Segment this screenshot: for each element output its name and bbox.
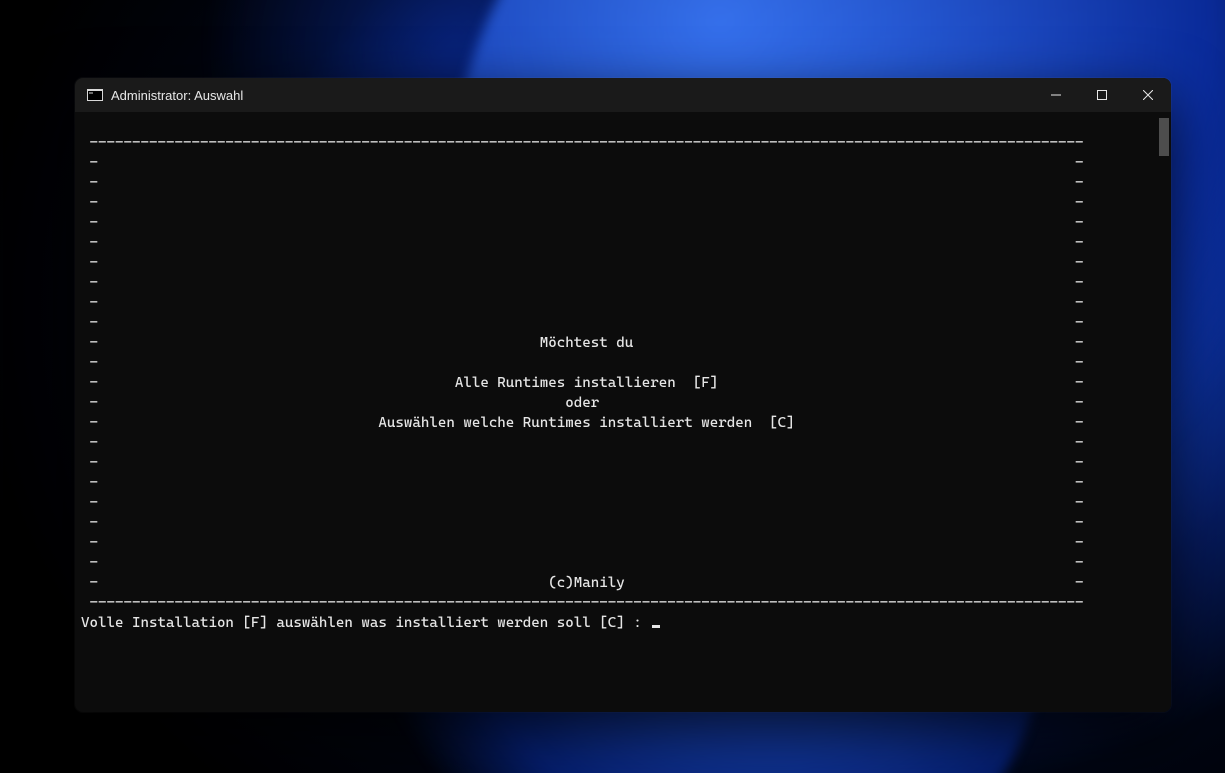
minimize-button[interactable] <box>1033 78 1079 112</box>
window-title: Administrator: Auswahl <box>111 88 243 103</box>
cmd-icon <box>87 88 103 102</box>
terminal-output[interactable]: ----------------------------------------… <box>75 127 1157 698</box>
input-cursor <box>652 625 660 628</box>
scrollbar-track[interactable] <box>1157 112 1171 712</box>
scrollbar-thumb[interactable] <box>1159 118 1169 156</box>
desktop-wallpaper: Administrator: Auswahl -----------------… <box>0 0 1225 773</box>
close-button[interactable] <box>1125 78 1171 112</box>
titlebar[interactable]: Administrator: Auswahl <box>75 78 1171 112</box>
maximize-button[interactable] <box>1079 78 1125 112</box>
terminal-window: Administrator: Auswahl -----------------… <box>75 78 1171 712</box>
